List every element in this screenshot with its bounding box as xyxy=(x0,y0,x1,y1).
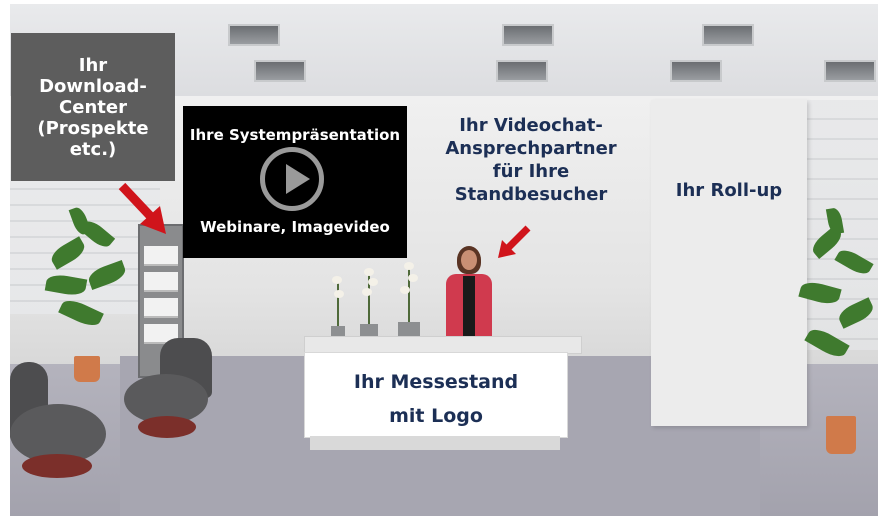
brochure-shelf xyxy=(144,246,178,266)
download-center-line: Ihr xyxy=(78,54,108,76)
download-center-line: etc.) xyxy=(69,138,117,160)
videochat-line: Ihr Videochat- xyxy=(459,115,603,136)
ceiling-light xyxy=(496,60,548,82)
ceiling-light xyxy=(228,24,280,46)
ceiling-light xyxy=(254,60,306,82)
video-presentation-screen[interactable]: Ihre Systempräsentation Webinare, Imagev… xyxy=(183,106,407,258)
videochat-contact-person[interactable] xyxy=(444,246,494,344)
videochat-line: Ansprechpartner xyxy=(445,138,617,159)
download-center-panel[interactable]: Ihr Download- Center (Prospekte etc.) xyxy=(11,33,175,181)
ceiling-light xyxy=(502,24,554,46)
brochure-shelf xyxy=(144,272,178,292)
videochat-label: Ihr Videochat- Ansprechpartner für Ihre … xyxy=(422,114,640,206)
videochat-line: für Ihre xyxy=(492,161,570,182)
red-arrow-icon xyxy=(498,225,531,258)
ceiling-light xyxy=(824,60,876,82)
download-center-line: Center xyxy=(59,96,127,118)
orchid-plant xyxy=(328,274,348,342)
reception-desk[interactable]: Ihr Messestand mit Logo xyxy=(304,352,568,438)
download-center-line: Download- xyxy=(39,75,147,97)
brochure-shelf xyxy=(144,298,178,318)
red-arrow-icon xyxy=(118,182,166,234)
play-circle-icon[interactable] xyxy=(260,147,324,211)
desk-label-line: Ihr Messestand xyxy=(353,371,519,393)
virtual-trade-fair-booth: Ihr Download- Center (Prospekte etc.) Ih… xyxy=(10,4,878,516)
video-title: Ihre Systempräsentation xyxy=(189,126,401,144)
orchid-plant xyxy=(394,260,424,344)
videochat-line: Standbesucher xyxy=(454,184,608,205)
desk-base xyxy=(310,436,560,450)
orchid-plant xyxy=(356,266,382,344)
roll-up-label: Ihr Roll-up xyxy=(675,180,783,201)
video-subtitle: Webinare, Imagevideo xyxy=(200,218,390,236)
ceiling-light xyxy=(670,60,722,82)
ceiling-light xyxy=(702,24,754,46)
roll-up-banner[interactable]: Ihr Roll-up xyxy=(651,100,807,426)
desk-label-line: mit Logo xyxy=(389,405,483,427)
download-center-line: (Prospekte xyxy=(37,117,149,139)
